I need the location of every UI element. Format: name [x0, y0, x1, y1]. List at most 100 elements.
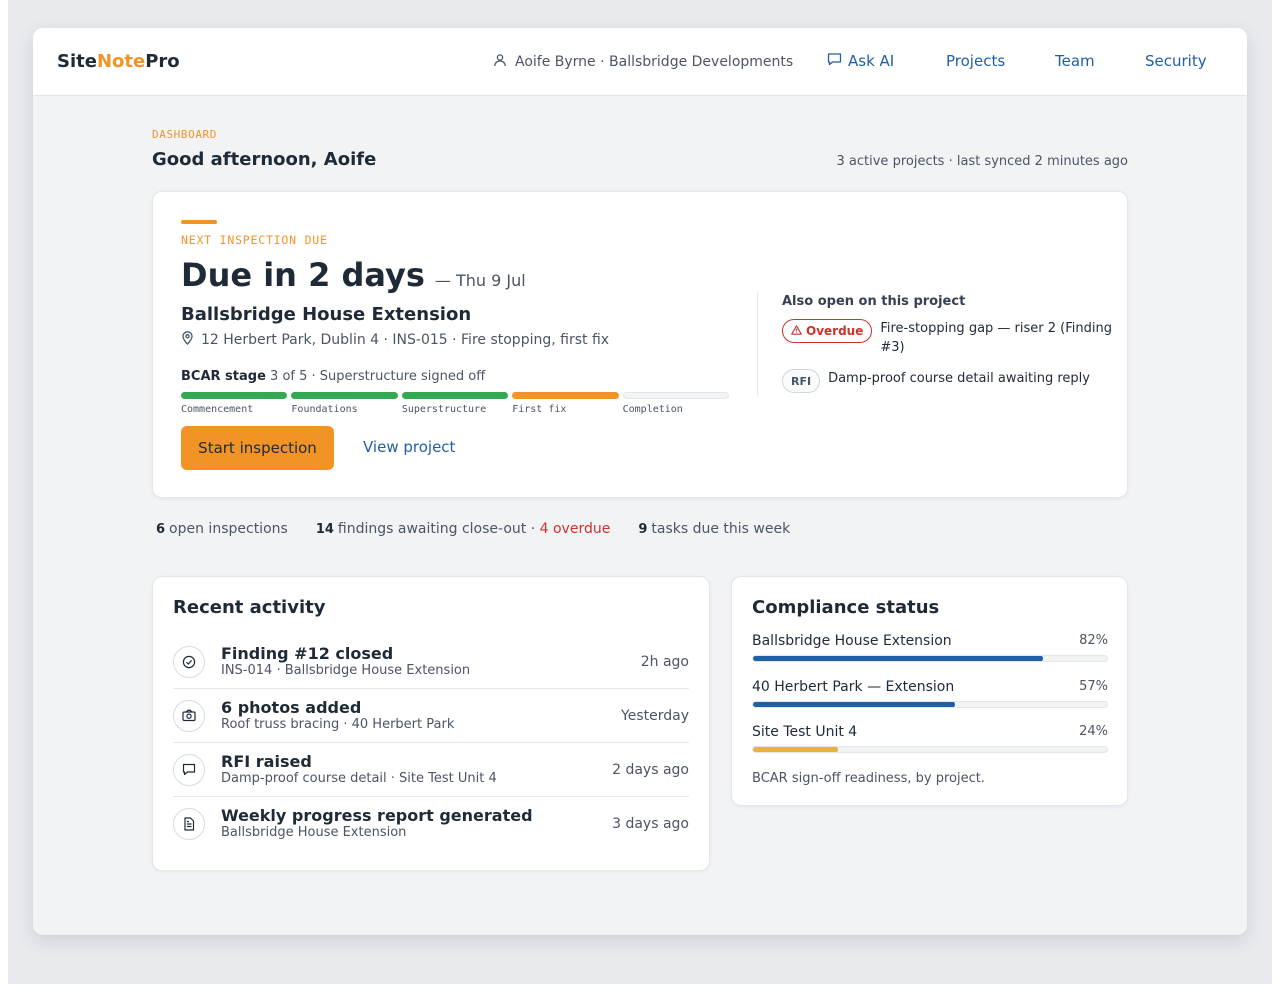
compliance-title: Compliance status	[752, 597, 940, 618]
compliance-item-header: 40 Herbert Park — Extension 57%	[752, 679, 1108, 695]
activity-time: Yesterday	[621, 707, 689, 724]
activity-subtitle: Damp-proof course detail · Site Test Uni…	[221, 770, 497, 786]
stat-findings[interactable]: 14 findings awaiting close-out · 4 overdu…	[316, 521, 611, 537]
due-heading: Due in 2 days — Thu 9 Jul	[181, 256, 526, 294]
compliance-status-card: Compliance status Ballsbridge House Exte…	[731, 576, 1128, 806]
activity-body: Weekly progress report generated Ballsbri…	[221, 807, 612, 841]
app-window: SiteNotePro Aoife Byrne · Ballsbridge De…	[33, 28, 1247, 935]
stage-superstructure: Superstructure	[401, 392, 509, 415]
start-inspection-button[interactable]: Start inspection	[181, 426, 334, 470]
compliance-project-name: 40 Herbert Park — Extension	[752, 678, 955, 695]
open-issue-text: Damp-proof course detail awaiting reply	[828, 371, 1090, 386]
nav-ask-ai[interactable]: Ask AI	[827, 52, 894, 70]
compliance-item[interactable]: Ballsbridge House Extension 82%	[752, 633, 1108, 679]
open-issue-rfi[interactable]: RFI Damp-proof course detail awaiting re…	[782, 369, 1112, 393]
stat-open-inspections[interactable]: 6 open inspections	[156, 521, 288, 537]
nav-team-label: Team	[1055, 52, 1095, 70]
stat-label: tasks due this week	[651, 521, 791, 537]
compliance-item[interactable]: Site Test Unit 4 24%	[752, 724, 1108, 770]
bcar-stage-detail: 3 of 5 · Superstructure signed off	[270, 369, 486, 384]
stage-name: Superstructure	[401, 404, 487, 415]
activity-time: 3 days ago	[612, 816, 689, 832]
logo-text-note: Note	[96, 51, 146, 72]
chat-bubble-icon	[173, 753, 205, 786]
activity-row[interactable]: RFI raised Damp-proof course detail · Sit…	[173, 743, 689, 797]
warning-icon	[791, 324, 802, 338]
nav-projects[interactable]: Projects	[946, 52, 1005, 70]
compliance-progress-track	[752, 655, 1108, 662]
recent-activity-title: Recent activity	[173, 597, 326, 618]
compliance-item-header: Site Test Unit 4 24%	[752, 724, 1108, 740]
stage-name: First fix	[512, 404, 567, 415]
stage-name: Foundations	[291, 404, 358, 415]
activity-time: 2h ago	[640, 653, 689, 670]
nav-security[interactable]: Security	[1145, 52, 1207, 70]
stage-bar	[401, 392, 509, 399]
compliance-item-header: Ballsbridge House Extension 82%	[752, 633, 1108, 649]
bcar-stage-summary: BCAR stage 3 of 5 · Superstructure signe…	[181, 369, 485, 384]
open-issue-overdue[interactable]: Overdue Fire-stopping gap — riser 2 (Fin…	[782, 319, 1112, 357]
stage-completion: Completion	[622, 392, 730, 415]
activity-body: RFI raised Damp-proof course detail · Sit…	[221, 752, 612, 787]
activity-subtitle: Ballsbridge House Extension	[221, 825, 407, 840]
accent-bar	[181, 220, 217, 224]
open-issue-text: Fire-stopping gap — riser 2 (Finding #3)	[880, 321, 1112, 355]
nav-security-label: Security	[1145, 52, 1207, 70]
stage-bar	[622, 392, 730, 399]
activity-row[interactable]: 6 photos added Roof truss bracing · 40 He…	[173, 689, 689, 743]
stat-count: 6	[156, 522, 166, 537]
sync-status: 3 active projects · last synced 2 minute…	[836, 154, 1128, 169]
compliance-percent: 57%	[1079, 678, 1108, 694]
current-user[interactable]: Aoife Byrne · Ballsbridge Developments	[493, 53, 793, 71]
stage-foundations: Foundations	[291, 392, 398, 415]
compliance-progress-fill	[753, 747, 838, 752]
compliance-progress-track	[752, 746, 1108, 753]
page-eyebrow: DASHBOARD	[152, 128, 218, 141]
stage-commencement: Commencement	[181, 392, 288, 415]
compliance-item[interactable]: 40 Herbert Park — Extension 57%	[752, 679, 1108, 725]
activity-row[interactable]: Finding #12 closed INS-014 · Ballsbridge …	[173, 635, 689, 689]
camera-icon	[173, 699, 205, 732]
recent-activity-card: Recent activity Finding #12 closed INS-01…	[152, 576, 710, 871]
view-project-link[interactable]: View project	[363, 438, 455, 456]
overdue-badge-label: Overdue	[806, 324, 864, 338]
next-inspection-label: NEXT INSPECTION DUE	[181, 233, 328, 247]
stage-bar	[291, 392, 398, 399]
location-pin-icon	[181, 331, 194, 349]
stage-first-fix: First fix	[512, 392, 619, 415]
app-logo[interactable]: SiteNotePro	[57, 51, 180, 72]
compliance-progress-track	[752, 700, 1108, 708]
stage-bar	[181, 392, 288, 399]
activity-title: Weekly progress report generated	[221, 806, 533, 825]
activity-row[interactable]: Weekly progress report generated Ballsbri…	[173, 797, 689, 851]
next-inspection-card: NEXT INSPECTION DUE Due in 2 days — Thu …	[152, 191, 1128, 498]
page-title: Good afternoon, Aoife	[152, 149, 377, 170]
project-name: Ballsbridge House Extension	[181, 304, 472, 325]
compliance-list: Ballsbridge House Extension 82% 40 Herbert…	[752, 633, 1108, 770]
due-countdown: Due in 2 days	[181, 256, 425, 294]
compliance-percent: 24%	[1079, 724, 1108, 739]
activity-title: 6 photos added	[221, 697, 362, 717]
stat-count: 14	[315, 522, 334, 537]
top-navigation-bar: SiteNotePro Aoife Byrne · Ballsbridge De…	[33, 28, 1247, 96]
stage-name: Completion	[622, 404, 683, 415]
activity-title: Finding #12 closed	[221, 643, 394, 663]
activity-list: Finding #12 closed INS-014 · Ballsbridge …	[173, 635, 689, 851]
stat-label: open inspections	[169, 521, 288, 537]
document-icon	[173, 808, 205, 840]
summary-stats: 6 open inspections 14 findings awaiting cl…	[156, 521, 790, 537]
nav-team[interactable]: Team	[1055, 52, 1095, 70]
bcar-stage-progress: Commencement Foundations Superstructure Fir…	[181, 392, 730, 415]
activity-subtitle: Roof truss bracing · 40 Herbert Park	[221, 716, 455, 732]
activity-body: 6 photos added Roof truss bracing · 40 He…	[221, 697, 621, 733]
stage-name: Commencement	[181, 404, 254, 415]
overdue-badge: Overdue	[782, 319, 873, 343]
compliance-progress-fill	[753, 701, 955, 707]
stat-tasks[interactable]: 9 tasks due this week	[638, 521, 790, 537]
compliance-note: BCAR sign-off readiness, by project.	[752, 771, 985, 786]
user-label: Aoife Byrne · Ballsbridge Developments	[515, 54, 794, 70]
address-text: 12 Herbert Park, Dublin 4 · INS-015 · Fi…	[201, 332, 610, 348]
compliance-progress-fill	[753, 656, 1044, 661]
due-date: — Thu 9 Jul	[434, 271, 526, 290]
logo-text-pro: Pro	[145, 51, 180, 72]
